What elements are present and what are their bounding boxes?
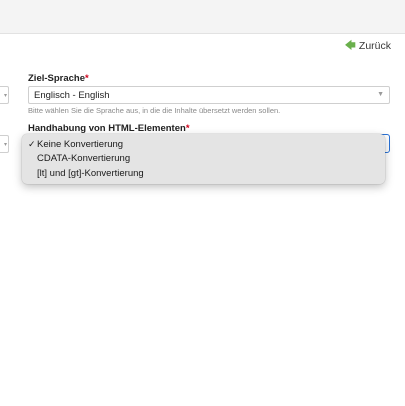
option-keine-konvertierung[interactable]: ✓ Keine Konvertierung [28,138,123,151]
target-language-label: Ziel-Sprache* [28,73,89,84]
checkmark-icon: ✓ [28,139,36,149]
target-language-help: Bitte wählen Sie die Sprache aus, in die… [28,106,281,115]
html-handling-label: Handhabung von HTML-Elementen* [28,123,190,134]
chevron-down-icon: ▼ [377,91,384,98]
left-select-stub-2[interactable]: ▾ [0,135,9,153]
required-mark: * [185,123,190,134]
arrow-left-icon: 🡄 [344,39,356,52]
option-lt-gt-konvertierung[interactable]: [lt] und [gt]-Konvertierung [28,167,144,180]
html-handling-dropdown: ✓ Keine Konvertierung CDATA-Konvertierun… [22,134,385,184]
left-select-stub[interactable]: ▾ [0,86,9,104]
back-link[interactable]: 🡄 Zurück [345,40,391,52]
back-label: Zurück [358,40,391,52]
option-cdata-konvertierung[interactable]: CDATA-Konvertierung [28,152,130,165]
target-language-value: Englisch - English [34,89,110,101]
required-mark: * [85,73,89,84]
target-language-select[interactable]: Englisch - English ▼ [28,86,390,104]
